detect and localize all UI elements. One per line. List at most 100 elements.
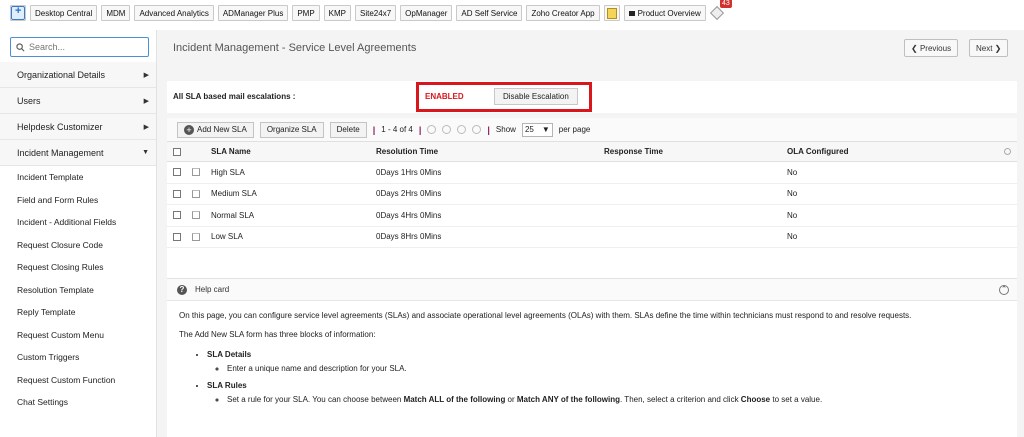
chevron-down-icon: ▼	[541, 125, 550, 134]
sla-name-cell[interactable]: Medium SLA	[211, 189, 257, 198]
sidebar-group-incident-management[interactable]: Incident Management ▼	[0, 140, 156, 166]
per-page-label: per page	[558, 125, 591, 134]
collapse-icon[interactable]: ⌃	[999, 285, 1009, 295]
toolbar-opmanager[interactable]: OpManager	[400, 5, 453, 21]
sidebar-group-organizational-details[interactable]: Organizational Details ▶	[0, 62, 156, 88]
organize-sla-button[interactable]: Organize SLA	[259, 121, 324, 138]
help-text: to set a value.	[770, 394, 823, 404]
page-title: Incident Management - Service Level Agre…	[173, 42, 417, 54]
next-label: Next	[976, 43, 993, 53]
page-range: 1 - 4 of 4	[381, 125, 413, 134]
sidebar-group-label: Incident Management	[17, 147, 104, 158]
chevron-down-icon: ▼	[142, 149, 149, 156]
help-sub-item: Enter a unique name and description for …	[227, 364, 1005, 374]
row-checkbox[interactable]	[173, 232, 181, 241]
escalation-panel: All SLA based mail escalations : ENABLED…	[167, 81, 1017, 113]
sidebar: Organizational Details ▶ Users ▶ Helpdesk …	[0, 30, 157, 437]
per-page-value: 25	[524, 125, 534, 134]
search-input[interactable]	[29, 42, 129, 52]
row-checkbox[interactable]	[173, 168, 181, 177]
toolbar-desktop-central[interactable]: Desktop Central	[30, 5, 98, 21]
note-icon[interactable]	[603, 5, 620, 21]
toolbar-product-overview[interactable]: Product Overview	[623, 5, 706, 21]
resolution-time-cell: 0Days 4Hrs 0Mins	[376, 210, 442, 220]
sidebar-item-reply-template[interactable]: Reply Template	[0, 301, 156, 324]
resolution-time-cell: 0Days 2Hrs 0Mins	[376, 189, 442, 199]
chevron-right-icon: ▶	[143, 97, 149, 105]
last-page-icon[interactable]	[472, 125, 482, 134]
ola-configured-cell: No	[787, 232, 798, 242]
sidebar-item-request-custom-menu[interactable]: Request Custom Menu	[0, 324, 156, 347]
sidebar-group-label: Helpdesk Customizer	[17, 121, 103, 132]
prev-page-icon[interactable]	[442, 125, 452, 134]
toolbar-mdm[interactable]: MDM	[101, 5, 131, 21]
select-all-checkbox[interactable]	[173, 147, 181, 156]
sidebar-item-custom-triggers[interactable]: Custom Triggers	[0, 346, 156, 369]
toolbar-site24x7[interactable]: Site24x7	[355, 5, 397, 21]
sidebar-group-helpdesk-customizer[interactable]: Helpdesk Customizer ▶	[0, 114, 156, 140]
toolbar-pmp[interactable]: PMP	[292, 5, 320, 21]
ola-configured-cell: No	[787, 167, 798, 177]
edit-icon[interactable]	[192, 232, 200, 241]
search-box[interactable]	[10, 37, 149, 57]
notification-icon[interactable]: 43	[709, 0, 732, 21]
resolution-time-cell: 0Days 1Hrs 0Mins	[376, 167, 442, 177]
column-ola-configured[interactable]: OLA Configured	[787, 147, 848, 156]
edit-icon[interactable]	[192, 189, 200, 198]
search-icon[interactable]	[1004, 148, 1011, 155]
next-page-icon[interactable]	[457, 125, 467, 134]
help-icon: ?	[177, 284, 187, 295]
help-block-item: SLA Details Enter a unique name and desc…	[207, 350, 1005, 375]
toolbar-zoho-creator-app[interactable]: Zoho Creator App	[526, 5, 600, 21]
sidebar-group-users[interactable]: Users ▶	[0, 88, 156, 114]
divider: |	[418, 124, 422, 135]
video-icon	[628, 10, 635, 16]
sidebar-item-request-closing-rules[interactable]: Request Closing Rules	[0, 256, 156, 279]
sidebar-item-field-and-form-rules[interactable]: Field and Form Rules	[0, 189, 156, 212]
per-page-select[interactable]: 25 ▼	[521, 122, 553, 137]
help-bold-text: Match ANY of the following	[516, 394, 620, 404]
resolution-time-cell: 0Days 8Hrs 0Mins	[376, 232, 442, 242]
next-button[interactable]: Next ❯	[969, 39, 1009, 57]
toolbar-ad-self-service[interactable]: AD Self Service	[456, 5, 523, 21]
sidebar-group-label: Organizational Details	[17, 69, 106, 80]
first-page-icon[interactable]	[427, 125, 437, 134]
divider: |	[372, 124, 376, 135]
help-card: ? Help card ⌃ On this page, you can conf…	[167, 278, 1017, 437]
edit-icon[interactable]	[192, 211, 200, 220]
row-checkbox[interactable]	[173, 211, 181, 220]
help-card-title: Help card	[195, 285, 230, 294]
divider: |	[487, 124, 490, 135]
row-checkbox[interactable]	[173, 189, 181, 198]
toolbar-kmp[interactable]: KMP	[323, 5, 352, 21]
column-sla-name[interactable]: SLA Name	[211, 147, 251, 156]
sidebar-item-incident-template[interactable]: Incident Template	[0, 166, 156, 189]
delete-button[interactable]: Delete	[329, 121, 367, 138]
toolbar-admanager-plus[interactable]: ADManager Plus	[217, 5, 289, 21]
help-sub-list: Enter a unique name and description for …	[227, 364, 1005, 374]
sidebar-item-chat-settings[interactable]: Chat Settings	[0, 391, 156, 414]
help-card-header[interactable]: ? Help card ⌃	[167, 279, 1017, 301]
add-icon[interactable]	[10, 5, 26, 21]
help-blocks-intro: The Add New SLA form has three blocks of…	[179, 330, 376, 340]
disable-escalation-button[interactable]: Disable Escalation	[494, 88, 578, 105]
sidebar-item-request-custom-function[interactable]: Request Custom Function	[0, 369, 156, 392]
sidebar-item-request-closure-code[interactable]: Request Closure Code	[0, 234, 156, 257]
add-new-sla-button[interactable]: + Add New SLA	[177, 121, 254, 138]
column-resolution-time[interactable]: Resolution Time	[376, 147, 438, 156]
ola-configured-cell: No	[787, 189, 798, 199]
sla-name-cell[interactable]: Normal SLA	[211, 211, 254, 220]
column-response-time[interactable]: Response Time	[604, 147, 663, 156]
previous-button[interactable]: ❮ Previous	[904, 39, 959, 57]
help-bold-text: Choose	[740, 394, 771, 404]
sidebar-item-resolution-template[interactable]: Resolution Template	[0, 279, 156, 302]
sla-name-cell[interactable]: High SLA	[211, 168, 245, 177]
toolbar-advanced-analytics[interactable]: Advanced Analytics	[134, 5, 214, 21]
escalation-status: ENABLED	[425, 92, 464, 101]
table-row: Low SLA 0Days 8Hrs 0Mins No	[167, 227, 1017, 248]
help-sub-item: Set a rule for your SLA. You can choose …	[227, 395, 1005, 405]
edit-icon[interactable]	[192, 168, 200, 177]
help-intro: On this page, you can configure service …	[179, 311, 912, 320]
sla-name-cell[interactable]: Low SLA	[211, 232, 243, 241]
sidebar-item-incident-additional-fields[interactable]: Incident - Additional Fields	[0, 211, 156, 234]
